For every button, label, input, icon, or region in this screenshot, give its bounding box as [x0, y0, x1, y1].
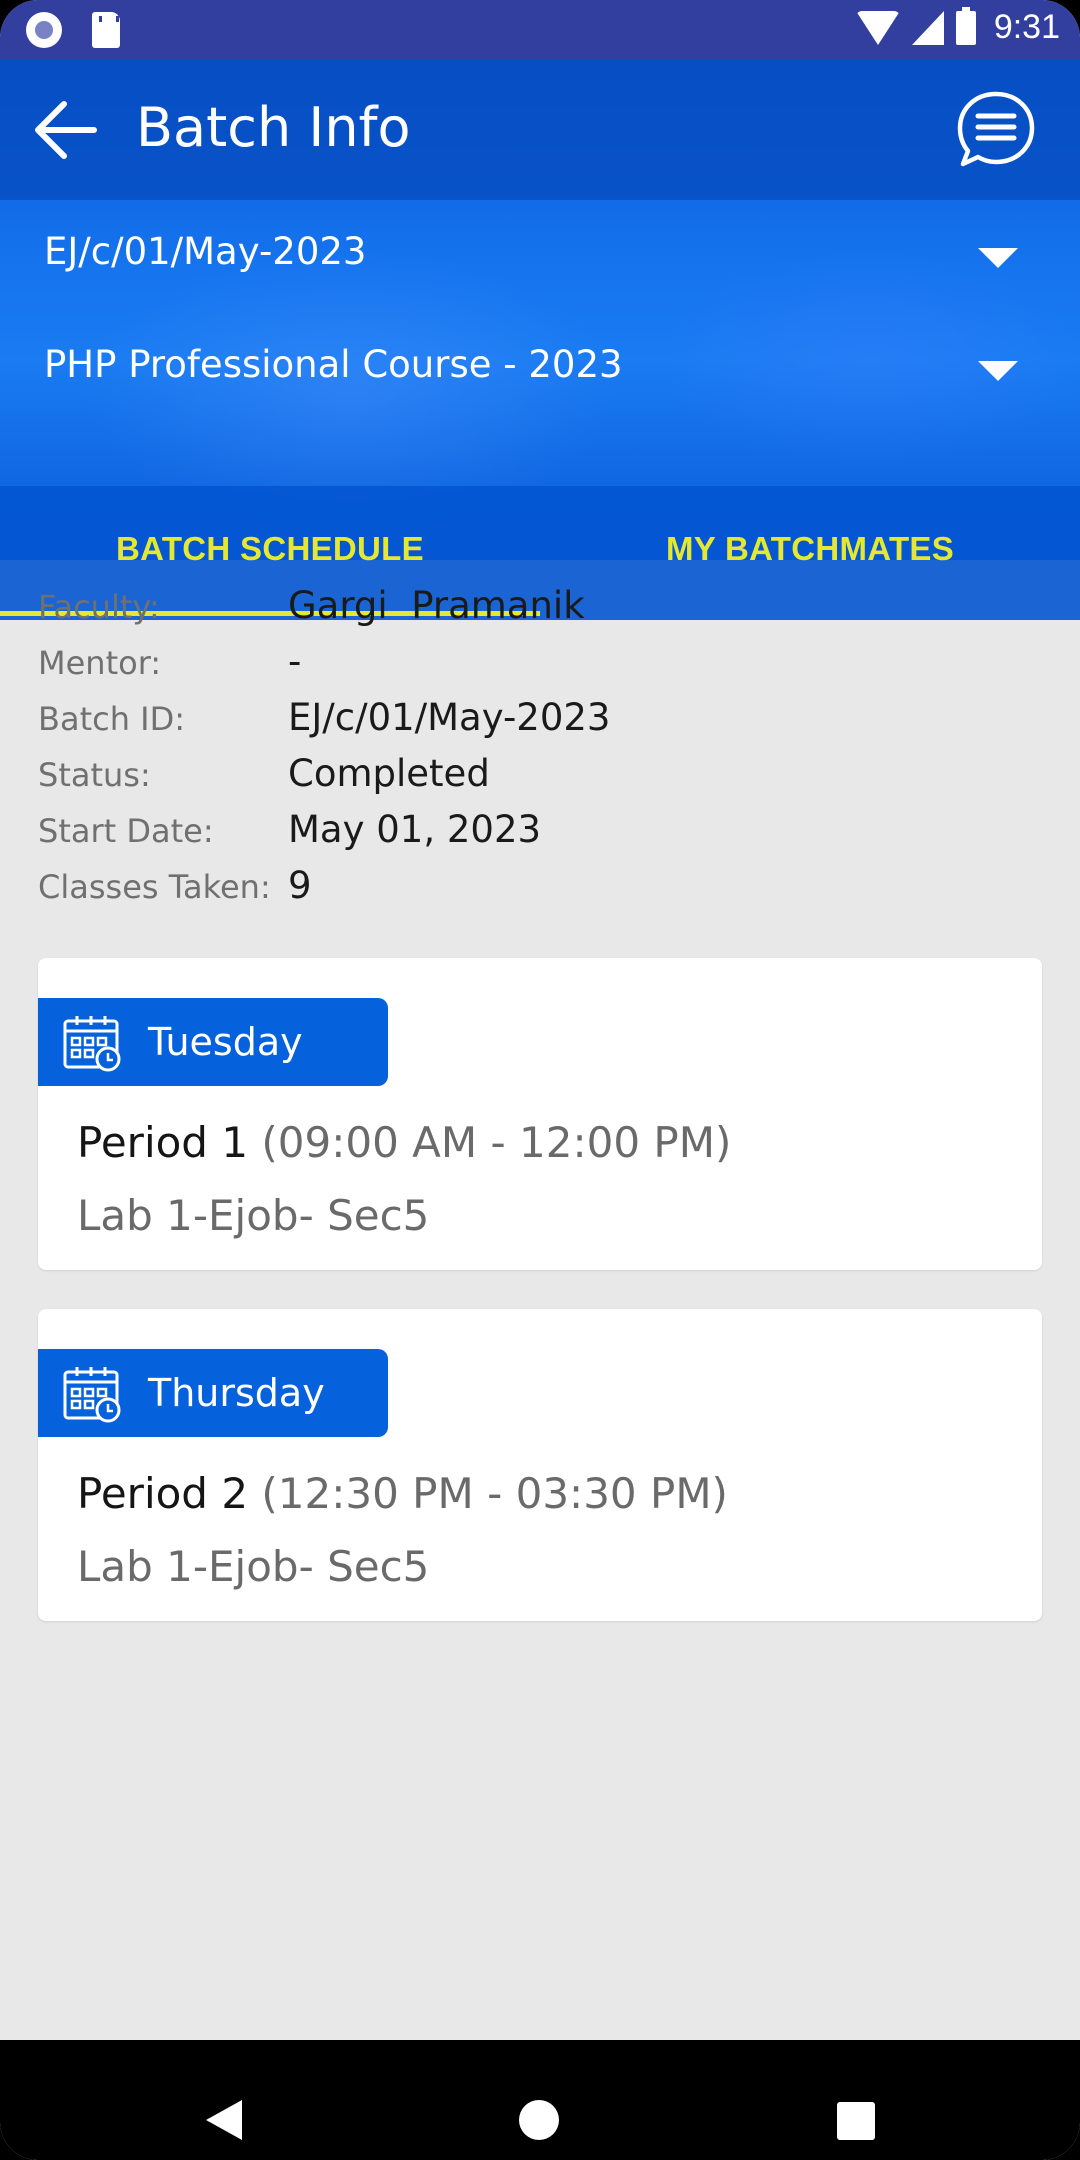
- period-time: (09:00 AM - 12:00 PM): [261, 1118, 732, 1167]
- detail-row-batch-id: Batch ID: EJ/c/01/May-2023: [38, 696, 1038, 752]
- schedule-card: Thursday Period 2 (12:30 PM - 03:30 PM) …: [38, 1309, 1042, 1621]
- calendar-clock-icon: [63, 1367, 121, 1423]
- day-label: Thursday: [148, 1371, 325, 1415]
- batch-selector-value: EJ/c/01/May-2023: [44, 230, 367, 273]
- detail-label: Faculty:: [38, 588, 160, 626]
- wifi-icon: [855, 10, 900, 45]
- status-bar: 9:31: [0, 0, 1080, 60]
- course-selector-value: PHP Professional Course - 2023: [44, 343, 623, 386]
- day-badge: Thursday: [38, 1349, 388, 1437]
- detail-label: Batch ID:: [38, 700, 186, 738]
- course-selector[interactable]: PHP Professional Course - 2023: [0, 313, 1080, 425]
- tab-label: MY BATCHMATES: [665, 530, 955, 567]
- detail-row-status: Status: Completed: [38, 752, 1038, 808]
- batch-selector[interactable]: EJ/c/01/May-2023: [0, 200, 1080, 312]
- dropdown-arrow-icon: [978, 248, 1018, 268]
- dropdown-arrow-icon: [978, 361, 1018, 381]
- chat-menu-button[interactable]: [954, 88, 1038, 172]
- detail-row-mentor: Mentor: -: [38, 640, 1038, 696]
- detail-label: Classes Taken:: [38, 868, 271, 906]
- calendar-clock-icon: [63, 1016, 121, 1072]
- app-bar: Batch Info: [0, 60, 1080, 200]
- detail-label: Mentor:: [38, 644, 162, 682]
- detail-label: Status:: [38, 756, 151, 794]
- period-line: Period 2 (12:30 PM - 03:30 PM): [77, 1469, 728, 1518]
- nav-home-icon[interactable]: [519, 2100, 559, 2140]
- detail-value: Gargi Pramanik: [288, 584, 585, 627]
- period-name: Period 2: [77, 1469, 249, 1518]
- page-title: Batch Info: [136, 96, 411, 159]
- day-label: Tuesday: [148, 1020, 303, 1064]
- system-nav-bar: [0, 2040, 1080, 2160]
- screen: 9:31 Batch Info EJ/c/01/May-2023 PHP Pro…: [0, 0, 1080, 2160]
- notification-circle-icon: [26, 12, 62, 48]
- battery-icon: [955, 6, 976, 45]
- detail-row-faculty: Faculty: Gargi Pramanik: [38, 584, 1038, 640]
- detail-value: 9: [288, 864, 312, 907]
- nav-back-icon[interactable]: [206, 2100, 242, 2140]
- schedule-card: Tuesday Period 1 (09:00 AM - 12:00 PM) L…: [38, 958, 1042, 1270]
- period-time: (12:30 PM - 03:30 PM): [261, 1469, 728, 1518]
- arrow-left-icon: [35, 101, 97, 159]
- back-button[interactable]: [34, 100, 98, 160]
- period-line: Period 1 (09:00 AM - 12:00 PM): [77, 1118, 731, 1167]
- status-time: 9:31: [993, 8, 1060, 46]
- signal-icon: [911, 10, 944, 45]
- sd-card-icon: [92, 12, 120, 48]
- detail-value: Completed: [288, 752, 490, 795]
- room-name: Lab 1-Ejob- Sec5: [77, 1191, 430, 1240]
- detail-row-start-date: Start Date: May 01, 2023: [38, 808, 1038, 864]
- batch-details: Faculty: Gargi Pramanik Mentor: - Batch …: [38, 584, 1038, 920]
- detail-row-classes-taken: Classes Taken: 9: [38, 864, 1038, 920]
- header-hero: Batch Info EJ/c/01/May-2023 PHP Professi…: [0, 60, 1080, 620]
- detail-label: Start Date:: [38, 812, 214, 850]
- detail-value: May 01, 2023: [288, 808, 542, 851]
- chat-menu-icon: [957, 91, 1035, 167]
- nav-recents-icon[interactable]: [837, 2102, 875, 2140]
- room-name: Lab 1-Ejob- Sec5: [77, 1542, 430, 1591]
- tab-label: BATCH SCHEDULE: [116, 530, 424, 567]
- day-badge: Tuesday: [38, 998, 388, 1086]
- period-name: Period 1: [77, 1118, 249, 1167]
- detail-value: -: [288, 640, 302, 683]
- detail-value: EJ/c/01/May-2023: [288, 696, 611, 739]
